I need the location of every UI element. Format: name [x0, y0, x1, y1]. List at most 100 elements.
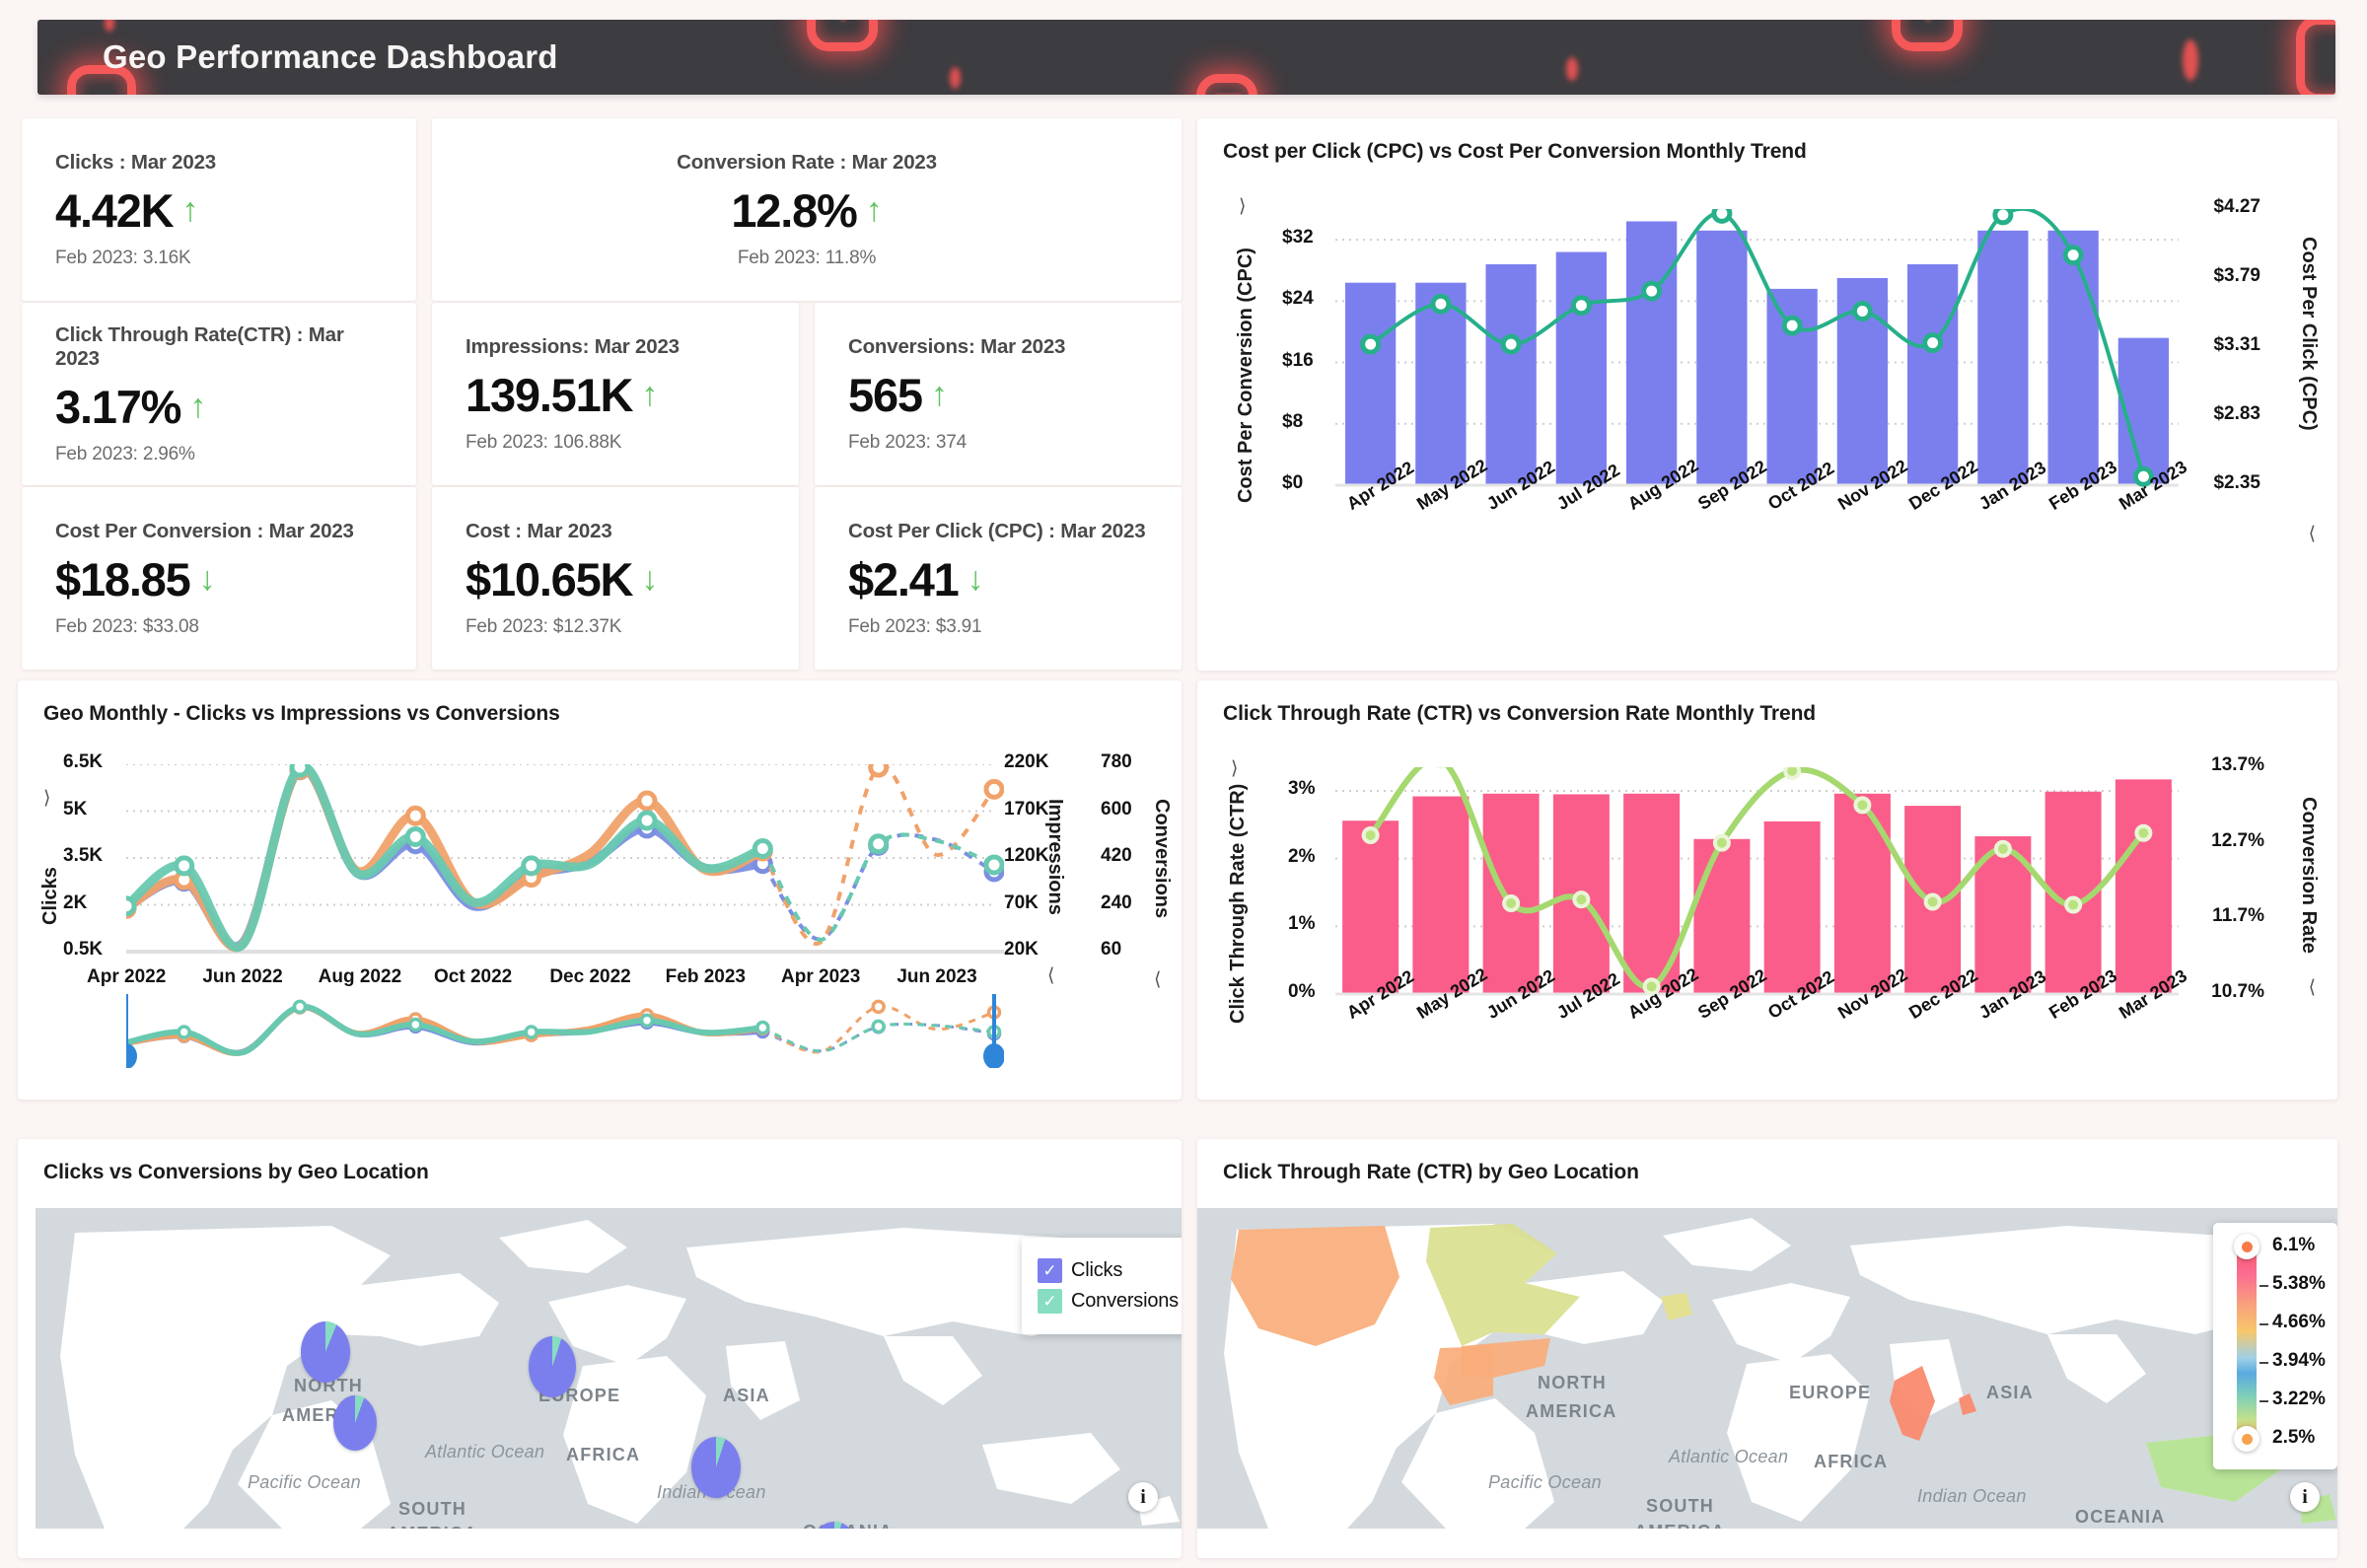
data-point-marker[interactable]: [289, 764, 311, 778]
colorbar-gradient: [2237, 1247, 2257, 1439]
axis-tick-label: $3.31: [2213, 334, 2260, 355]
data-point-marker[interactable]: [2064, 895, 2083, 914]
chart-plot-geo-monthly[interactable]: [126, 764, 1004, 954]
kpi-previous-value: Feb 2023: $3.91: [848, 615, 982, 637]
kpi-previous-value: Feb 2023: 106.88K: [466, 431, 622, 453]
bar[interactable]: [1696, 230, 1748, 485]
bar[interactable]: [1344, 282, 1397, 485]
map-colorbar-ctr[interactable]: 6.1% 5.38% 4.66% 3.94% 3.22% 2.5%: [2213, 1223, 2337, 1469]
map-legend-item[interactable]: ✓ Conversions: [1038, 1289, 1179, 1314]
data-point-marker[interactable]: [868, 833, 890, 855]
line-series-impressions[interactable]: [126, 764, 767, 953]
bar[interactable]: [1342, 820, 1399, 994]
bar[interactable]: [1977, 230, 2029, 485]
data-point-marker[interactable]: [1712, 833, 1731, 852]
decorative-glow-box-3: [1892, 20, 1963, 51]
range-slider-handle[interactable]: [983, 1043, 1004, 1068]
ctr-axis-expand-icon: ⟩: [1231, 758, 1239, 779]
data-point-marker[interactable]: [1361, 826, 1380, 844]
map-legend-checkbox[interactable]: ✓: [1038, 1289, 1062, 1314]
panel-ctr-trend: Click Through Rate (CTR) vs Conversion R…: [1197, 680, 2337, 1100]
data-point-marker[interactable]: [404, 805, 426, 826]
map-legend-clicks[interactable]: ✓ Clicks ✓ Conversions: [1022, 1238, 1182, 1334]
axis-tick-label: 3.5K: [63, 845, 104, 866]
data-point-marker[interactable]: [1360, 333, 1382, 355]
range-slider-handle[interactable]: [126, 1043, 137, 1068]
data-point-marker[interactable]: [868, 764, 890, 778]
chart-plot-cpc-trend[interactable]: [1335, 209, 2179, 487]
map-legend-checkbox[interactable]: ✓: [1038, 1258, 1062, 1283]
bar[interactable]: [1693, 838, 1751, 994]
kpi-card-impressions[interactable]: Impressions: Mar 2023 139.51K ↑ Feb 2023…: [432, 303, 799, 485]
bar[interactable]: [2115, 779, 2172, 994]
data-point-marker[interactable]: [126, 895, 137, 917]
pie-marker-north-america[interactable]: [301, 1321, 350, 1383]
panel-clicks-map: Clicks vs Conversions by Geo Location NO…: [18, 1139, 1182, 1558]
data-point-marker[interactable]: [636, 790, 658, 812]
data-point-marker[interactable]: [404, 825, 426, 847]
data-point-marker[interactable]: [1570, 295, 1592, 317]
pie-marker-usa[interactable]: [333, 1395, 377, 1451]
bar[interactable]: [1482, 793, 1540, 994]
data-point-marker[interactable]: [752, 838, 773, 859]
data-point-marker[interactable]: [2062, 245, 2084, 266]
data-point-marker[interactable]: [521, 855, 542, 877]
range-slider-geo-monthly[interactable]: [126, 994, 1004, 1068]
pie-marker-india[interactable]: [691, 1437, 741, 1498]
bar[interactable]: [1763, 820, 1821, 994]
data-point-marker[interactable]: [174, 855, 195, 877]
kpi-card-clicks[interactable]: Clicks : Mar 2023 4.42K ↑ Feb 2023: 3.16…: [22, 118, 416, 301]
axis-tick-label: $0: [1282, 472, 1304, 493]
data-point-marker[interactable]: [983, 778, 1004, 800]
x-axis-tick-label: Jun 2023: [897, 966, 977, 987]
world-map-ctr[interactable]: NORTH AMERICA SOUTH AMERICA EUROPE ASIA …: [1197, 1208, 2337, 1529]
kpi-card-cost-per-conversion[interactable]: Cost Per Conversion : Mar 2023 $18.85 ↓ …: [22, 487, 416, 670]
colorbar-min-handle[interactable]: [2234, 1426, 2259, 1452]
data-point-marker[interactable]: [1922, 332, 1944, 354]
data-point-marker[interactable]: [1853, 796, 1872, 815]
pie-marker-europe[interactable]: [529, 1336, 576, 1397]
axis-tick-label: $2.83: [2213, 403, 2260, 424]
data-point-marker[interactable]: [1781, 315, 1803, 336]
bar[interactable]: [1906, 264, 1959, 485]
data-point-marker[interactable]: [1500, 333, 1522, 355]
kpi-previous-value: Feb 2023: 11.8%: [737, 247, 877, 268]
kpi-card-ctr[interactable]: Click Through Rate(CTR) : Mar 2023 3.17%…: [22, 303, 416, 485]
data-point-marker[interactable]: [1923, 892, 1942, 911]
data-point-marker[interactable]: [1993, 839, 2012, 858]
data-point-marker[interactable]: [1502, 894, 1521, 912]
data-point-marker[interactable]: [1641, 280, 1663, 302]
world-map-clicks[interactable]: NORTH AMERICA SOUTH AMERICA EUROPE ASIA …: [36, 1208, 1182, 1529]
bar[interactable]: [1412, 796, 1470, 994]
data-point-marker[interactable]: [1851, 301, 1873, 322]
kpi-card-cost-per-click[interactable]: Cost Per Click (CPC) : Mar 2023 $2.41 ↓ …: [815, 487, 1182, 670]
kpi-previous-value: Feb 2023: 2.96%: [55, 443, 195, 464]
data-point-marker[interactable]: [1992, 209, 2014, 226]
dashboard-page: Geo Performance Dashboard Clicks : Mar 2…: [0, 0, 2367, 1568]
bar[interactable]: [1833, 793, 1891, 994]
data-point-marker[interactable]: [983, 854, 1004, 876]
kpi-card-conversions[interactable]: Conversions: Mar 2023 565 ↑ Feb 2023: 37…: [815, 303, 1182, 485]
bar[interactable]: [2047, 230, 2099, 485]
data-point-marker[interactable]: [1783, 767, 1802, 780]
data-point-marker[interactable]: [2134, 823, 2153, 842]
axis-tick-label: $8: [1282, 410, 1304, 432]
data-point-marker[interactable]: [1711, 209, 1733, 224]
data-point-marker[interactable]: [1572, 891, 1591, 909]
kpi-card-conversion-rate[interactable]: Conversion Rate : Mar 2023 12.8% ↑ Feb 2…: [432, 118, 1182, 301]
data-point-marker[interactable]: [636, 810, 658, 831]
info-icon[interactable]: i: [2290, 1482, 2320, 1512]
chart-plot-ctr-trend[interactable]: [1335, 767, 2179, 996]
bar[interactable]: [1485, 264, 1537, 485]
kpi-previous-value: Feb 2023: 3.16K: [55, 247, 191, 268]
axis-tick-label: 5K: [63, 798, 88, 820]
clicks-axis-expand-icon: ⟩: [43, 788, 51, 809]
kpi-card-cost[interactable]: Cost : Mar 2023 $10.65K ↓ Feb 2023: $12.…: [432, 487, 799, 670]
bar[interactable]: [1555, 251, 1608, 485]
info-icon[interactable]: i: [1128, 1482, 1158, 1512]
map-legend-item[interactable]: ✓ Clicks: [1038, 1258, 1179, 1283]
bar[interactable]: [1625, 221, 1678, 485]
data-point-marker[interactable]: [1430, 293, 1452, 315]
colorbar-tick-mark: [2259, 1285, 2268, 1287]
colorbar-max-handle[interactable]: [2234, 1234, 2259, 1259]
